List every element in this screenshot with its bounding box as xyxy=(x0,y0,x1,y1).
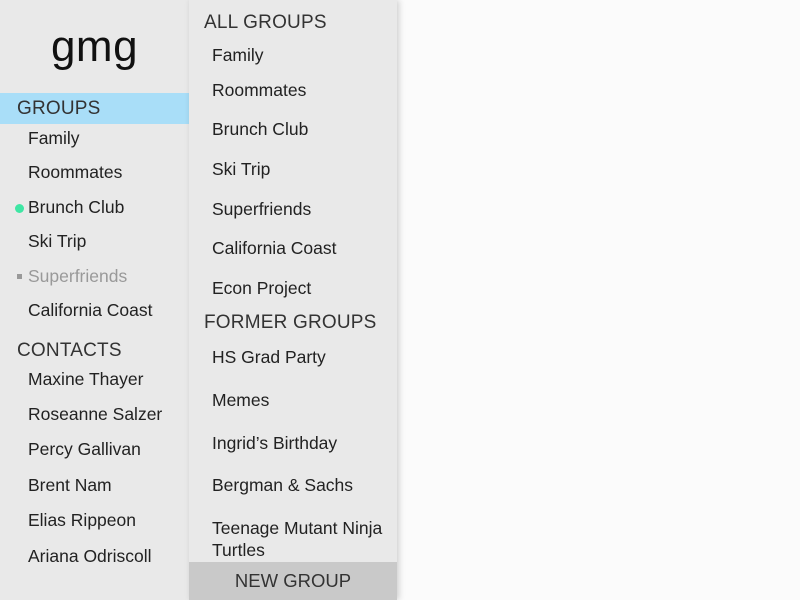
former-groups-header: FORMER GROUPS xyxy=(204,312,377,333)
sidebar-contact-item[interactable]: Maxine Thayer xyxy=(28,369,143,390)
former-group-item[interactable]: Memes xyxy=(212,389,392,411)
former-group-item[interactable]: Bergman & Sachs xyxy=(212,474,392,496)
main-content xyxy=(397,0,800,600)
sidebar-group-item[interactable]: Roommates xyxy=(28,162,122,183)
former-group-item[interactable]: Teenage Mutant Ninja Turtles xyxy=(212,517,392,561)
sidebar-contact-item[interactable]: Percy Gallivan xyxy=(28,439,141,460)
former-group-item[interactable]: HS Grad Party xyxy=(212,346,392,368)
new-group-button[interactable]: NEW GROUP xyxy=(189,562,397,600)
sidebar-group-item[interactable]: Ski Trip xyxy=(28,231,86,252)
app-logo: gmg xyxy=(50,22,139,71)
all-group-item[interactable]: Brunch Club xyxy=(212,118,392,140)
sidebar-group-label: Ski Trip xyxy=(28,231,87,251)
sidebar-group-label: Family xyxy=(28,128,80,148)
sidebar-contact-item[interactable]: Roseanne Salzer xyxy=(28,404,162,425)
sidebar-group-item[interactable]: Brunch Club xyxy=(15,197,125,218)
sidebar-contact-item[interactable]: Ariana Odriscoll xyxy=(28,546,152,567)
all-group-item[interactable]: Ski Trip xyxy=(212,158,392,180)
sidebar-groups-header[interactable]: GROUPS xyxy=(0,93,189,124)
sidebar-group-label: Superfriends xyxy=(28,266,128,286)
all-group-item[interactable]: Econ Project xyxy=(212,277,392,299)
muted-status-square-icon xyxy=(17,274,22,279)
sidebar-group-label: Brunch Club xyxy=(28,197,125,217)
former-group-item[interactable]: Ingrid’s Birthday xyxy=(212,432,392,454)
all-group-item[interactable]: Roommates xyxy=(212,79,392,101)
online-status-dot-icon xyxy=(15,204,24,213)
all-group-item[interactable]: Family xyxy=(212,44,392,66)
sidebar-group-item[interactable]: California Coast xyxy=(28,300,153,321)
all-group-item[interactable]: Superfriends xyxy=(212,198,392,220)
sidebar: gmg GROUPS Family Roommates Brunch Club … xyxy=(0,0,189,600)
sidebar-group-label: Roommates xyxy=(28,162,123,182)
all-group-item[interactable]: California Coast xyxy=(212,237,392,259)
sidebar-group-item[interactable]: Superfriends xyxy=(17,266,128,287)
sidebar-contacts-header[interactable]: CONTACTS xyxy=(17,340,122,362)
sidebar-group-label: California Coast xyxy=(28,300,153,320)
groups-panel: ALL GROUPS Family Roommates Brunch Club … xyxy=(189,0,397,600)
sidebar-contact-item[interactable]: Brent Nam xyxy=(28,475,112,496)
all-groups-header: ALL GROUPS xyxy=(204,12,327,33)
sidebar-group-item[interactable]: Family xyxy=(28,128,80,149)
sidebar-contact-item[interactable]: Elias Rippeon xyxy=(28,510,136,531)
